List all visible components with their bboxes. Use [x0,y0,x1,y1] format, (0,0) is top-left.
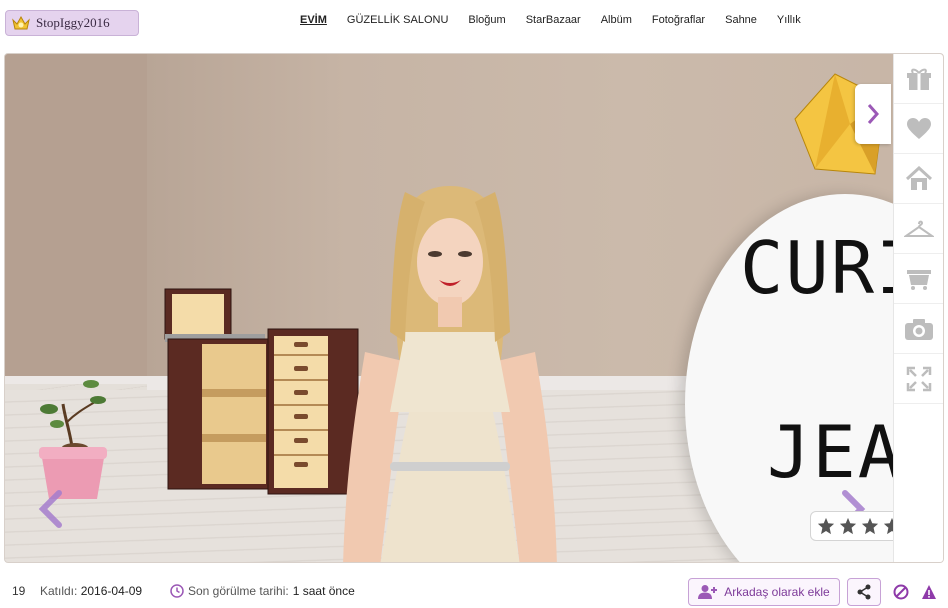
clock-icon [170,584,184,598]
warning-icon[interactable] [921,584,937,600]
expand-icon[interactable] [894,354,943,404]
potted-plant[interactable] [35,374,110,504]
user-badge[interactable]: StopIggy2016 [5,10,139,36]
joined-label: Katıldı: [40,584,78,598]
last-seen-label: Son görülme tarihi: [188,584,289,598]
avatar[interactable] [335,182,565,563]
gift-icon[interactable] [894,54,943,104]
hanger-icon[interactable] [894,204,943,254]
nav-yearbook[interactable]: Yıllık [777,14,801,26]
add-friend-button[interactable]: Arkadaş olarak ekle [688,578,840,606]
star-icon[interactable] [817,517,835,535]
last-seen-info: Son görülme tarihi: 1 saat önce [170,584,355,598]
tool-sidebar [893,54,943,562]
nav-stage[interactable]: Sahne [725,14,757,26]
heart-icon[interactable] [894,104,943,154]
next-room-button[interactable] [855,84,891,144]
share-icon [857,584,871,600]
block-icon[interactable] [893,584,909,600]
nav-album[interactable]: Albüm [601,14,632,26]
joined-info: Katıldı: 2016-04-09 [40,584,142,598]
star-icon[interactable] [861,517,879,535]
joined-date: 2016-04-09 [80,584,143,598]
crown-icon [12,15,30,31]
home-scene: CURI JEA [4,53,944,563]
nav-home[interactable]: EVİM [300,14,327,26]
prev-arrow[interactable] [35,489,69,529]
level-value: 19 [12,584,26,598]
profile-info-bar: 19 Katıldı: 2016-04-09 Son görülme tarih… [0,572,948,608]
nav-starbazaar[interactable]: StarBazaar [526,14,581,26]
cart-icon[interactable] [894,254,943,304]
main-nav: EVİM GÜZELLİK SALONU Bloğum StarBazaar A… [300,14,821,26]
star-icon[interactable] [839,517,857,535]
chevron-right-icon [867,104,880,124]
nav-photos[interactable]: Fotoğraflar [652,14,705,26]
top-bar: StopIggy2016 EVİM GÜZELLİK SALONU Bloğum… [0,0,948,46]
camera-icon[interactable] [894,304,943,354]
nav-beauty-salon[interactable]: GÜZELLİK SALONU [347,14,448,26]
share-button[interactable] [847,578,881,606]
add-user-icon [698,585,718,599]
trunk-wardrobe[interactable] [160,284,360,499]
add-friend-label: Arkadaş olarak ekle [724,585,830,599]
last-seen-value: 1 saat önce [292,584,355,598]
poster-text-bottom: JEA [767,410,904,494]
left-wall [5,54,147,394]
username: StopIggy2016 [36,15,110,30]
nav-blog[interactable]: Bloğum [468,14,505,26]
home-icon[interactable] [894,154,943,204]
